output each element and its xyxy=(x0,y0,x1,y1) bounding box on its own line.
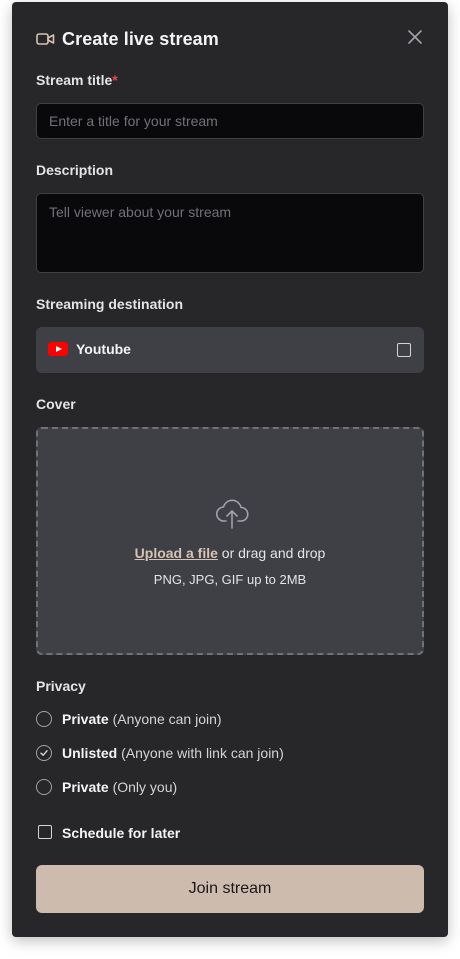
create-stream-dialog: Create live stream Stream title* Descrip… xyxy=(12,2,448,937)
cloud-upload-icon xyxy=(214,495,250,536)
cover-label: Cover xyxy=(36,396,76,412)
description-textarea[interactable] xyxy=(36,193,424,273)
dropzone-instructions: Upload a file or drag and drop xyxy=(38,545,422,561)
radio-button-selected[interactable] xyxy=(36,745,52,761)
close-icon[interactable] xyxy=(406,28,424,46)
privacy-label: Privacy xyxy=(36,678,86,694)
youtube-icon xyxy=(48,342,68,356)
required-mark: * xyxy=(112,72,118,88)
privacy-option-label: Private (Anyone can join) xyxy=(62,711,222,727)
destination-label: Streaming destination xyxy=(36,296,184,312)
schedule-label: Schedule for later xyxy=(62,825,181,841)
description-label: Description xyxy=(36,162,114,178)
privacy-option-label: Private (Only you) xyxy=(62,779,178,795)
stream-title-label: Stream title* xyxy=(36,72,118,88)
destination-option-label: Youtube xyxy=(76,341,131,357)
dialog-header: Create live stream xyxy=(36,28,424,54)
stream-title-input[interactable] xyxy=(36,103,424,139)
file-type-hint: PNG, JPG, GIF up to 2MB xyxy=(153,572,307,587)
drag-drop-text: or drag and drop xyxy=(217,545,326,561)
video-camera-icon xyxy=(36,32,55,51)
radio-button[interactable] xyxy=(36,779,52,795)
cover-dropzone[interactable]: Upload a file or drag and drop PNG, JPG,… xyxy=(36,427,424,655)
schedule-checkbox[interactable] xyxy=(38,825,52,839)
youtube-checkbox[interactable] xyxy=(397,343,411,357)
upload-file-link[interactable]: Upload a file xyxy=(135,545,218,561)
dialog-title: Create live stream xyxy=(62,29,219,49)
join-stream-button[interactable]: Join stream xyxy=(36,865,424,913)
privacy-option-label: Unlisted (Anyone with link can join) xyxy=(62,745,284,761)
destination-option-youtube[interactable]: Youtube xyxy=(36,327,424,373)
radio-button[interactable] xyxy=(36,711,52,727)
